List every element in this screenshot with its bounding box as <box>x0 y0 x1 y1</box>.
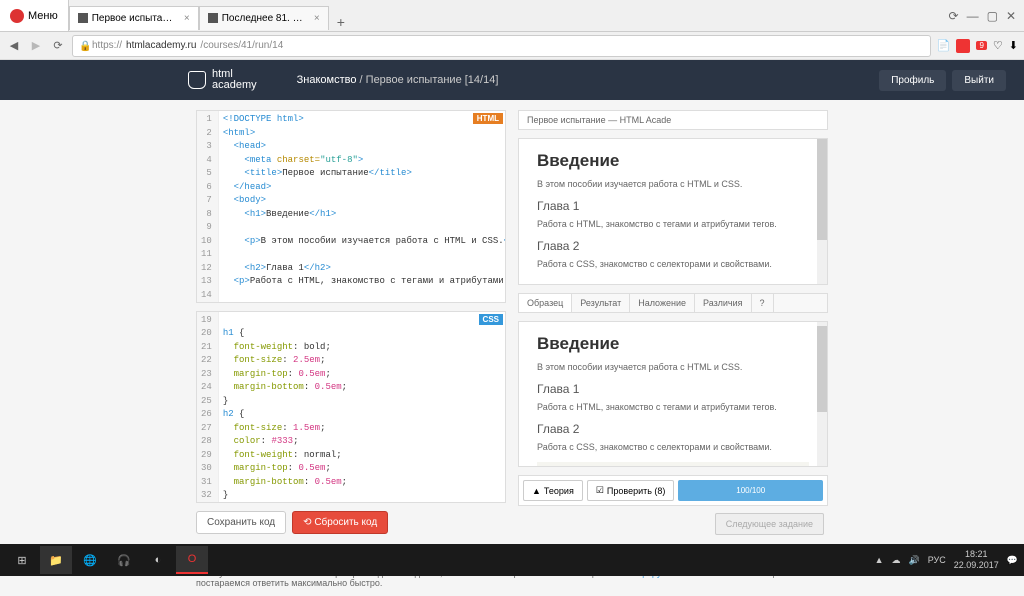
preview-h2: Глава 1 <box>537 199 809 213</box>
url-domain: htmlacademy.ru <box>126 40 196 51</box>
tab-strip: Первое испытание — Зн × Последнее 81. Зн… <box>69 2 941 30</box>
language-indicator[interactable]: РУС <box>928 555 946 565</box>
tab-help[interactable]: ? <box>752 294 774 312</box>
logo[interactable]: html academy <box>188 69 257 91</box>
url-input[interactable]: 🔒 https:// htmlacademy.ru/courses/41/run/… <box>72 35 931 57</box>
logo-text-2: academy <box>212 80 257 91</box>
reload-icon[interactable]: ⟳ <box>50 38 66 54</box>
url-path: /courses/41/run/14 <box>200 40 283 51</box>
minimize-icon[interactable]: — <box>967 9 979 23</box>
css-editor[interactable]: CSS 192021222324252627282930313233343536… <box>196 311 506 504</box>
main-content: HTML 12345678910111213141516171819 <!DOC… <box>0 100 1024 544</box>
reset-button[interactable]: ⟲ Сбросить код <box>292 511 388 534</box>
tab-title: Последнее 81. Знакомст <box>222 13 306 24</box>
download-icon[interactable]: ⬇ <box>1009 39 1018 52</box>
preview-bottom: Введение В этом пособии изучается работа… <box>518 321 828 468</box>
url-protocol: https:// <box>92 40 122 51</box>
preview-top: Введение В этом пособии изучается работа… <box>518 138 828 285</box>
toolbar-extensions: 📄 9 ♡ ⬇ <box>937 39 1018 53</box>
opera-icon <box>10 9 24 23</box>
scrollbar[interactable] <box>817 322 827 467</box>
html-code[interactable]: <!DOCTYPE html> <html> <head> <meta char… <box>219 111 505 302</box>
close-icon[interactable]: × <box>314 13 320 24</box>
heart-icon[interactable]: ♡ <box>993 39 1003 52</box>
tab-diff[interactable]: Различия <box>695 294 752 312</box>
tab-sample[interactable]: Образец <box>519 294 572 312</box>
shield-icon <box>188 71 206 89</box>
notification-icon[interactable]: 💬 <box>1007 555 1018 566</box>
lock-icon: 🔒 <box>79 41 88 50</box>
taskbar-app[interactable]: O <box>176 546 208 574</box>
adblock-icon[interactable] <box>956 39 970 53</box>
preview-h1: Введение <box>537 334 809 354</box>
breadcrumb-task: Первое испытание [14/14] <box>366 74 499 86</box>
preview-p: Работа с HTML, знакомство с тегами и атр… <box>537 219 809 229</box>
scrollbar[interactable] <box>817 139 827 284</box>
next-task-button[interactable]: Следующее задание <box>715 513 824 535</box>
result-tab-bar: Образец Результат Наложение Различия ? <box>518 293 828 313</box>
breadcrumb-course[interactable]: Знакомство <box>297 74 357 86</box>
preview-tab-title: Первое испытание — HTML Acade <box>518 110 828 130</box>
start-button[interactable]: ⊞ <box>6 546 38 574</box>
tray-icon[interactable]: 🔊 <box>908 555 919 566</box>
back-icon[interactable]: ◀ <box>6 38 22 54</box>
tab-title: Первое испытание — Зн <box>92 13 176 24</box>
window-controls: ⟳ — ▢ ✕ <box>941 9 1024 23</box>
maximize-icon[interactable]: ▢ <box>987 9 998 23</box>
close-icon[interactable]: ✕ <box>1006 9 1016 23</box>
favicon-icon <box>78 13 88 23</box>
logout-button[interactable]: Выйти <box>952 70 1006 91</box>
score-indicator: 100/100 <box>678 480 823 501</box>
ext-icon[interactable]: 📄 <box>937 39 951 52</box>
browser-tab-1[interactable]: Первое испытание — Зн × <box>69 6 199 30</box>
tray-icon[interactable]: ▲ <box>875 555 884 565</box>
forward-icon[interactable]: ▶ <box>28 38 44 54</box>
css-code[interactable]: h1 { font-weight: bold; font-size: 2.5em… <box>219 312 351 503</box>
taskbar-app[interactable]: 🎧 <box>108 546 140 574</box>
preview-p: В этом пособии изучается работа с HTML и… <box>537 362 809 372</box>
line-numbers: 1920212223242526272829303132333435363738 <box>197 312 219 503</box>
cite-box: Самое лучшее онлайн-пособие <box>537 462 809 467</box>
badge-count: 9 <box>976 41 986 50</box>
clock[interactable]: 18:21 22.09.2017 <box>954 549 999 571</box>
preview-p: Работа с HTML, знакомство с тегами и атр… <box>537 402 809 412</box>
preview-p: Работа с CSS, знакомство с селекторами и… <box>537 259 809 269</box>
preview-p: Работа с CSS, знакомство с селекторами и… <box>537 442 809 452</box>
html-editor[interactable]: HTML 12345678910111213141516171819 <!DOC… <box>196 110 506 303</box>
tray-icon[interactable]: ☁ <box>891 555 900 566</box>
preview-h2: Глава 2 <box>537 422 809 436</box>
line-numbers: 12345678910111213141516171819 <box>197 111 219 302</box>
verify-button[interactable]: ☑ Проверить (8) <box>587 480 675 501</box>
preview-h2: Глава 2 <box>537 239 809 253</box>
sync-icon[interactable]: ⟳ <box>949 9 959 23</box>
taskbar-app[interactable]: 📁 <box>40 546 72 574</box>
html-badge: HTML <box>473 113 503 124</box>
favicon-icon <box>208 13 218 23</box>
menu-label: Меню <box>28 10 58 22</box>
css-badge: CSS <box>479 314 503 325</box>
save-button[interactable]: Сохранить код <box>196 511 286 534</box>
preview-p: В этом пособии изучается работа с HTML и… <box>537 179 809 189</box>
windows-taskbar: ⊞ 📁 🌐 🎧 ◐ O ▲ ☁ 🔊 РУС 18:21 22.09.2017 💬 <box>0 544 1024 576</box>
new-tab-button[interactable]: + <box>329 14 353 30</box>
browser-menu-button[interactable]: Меню <box>0 0 69 31</box>
taskbar-app[interactable]: 🌐 <box>74 546 106 574</box>
tab-result[interactable]: Результат <box>572 294 630 312</box>
profile-button[interactable]: Профиль <box>879 70 946 91</box>
browser-tab-bar: Меню Первое испытание — Зн × Последнее 8… <box>0 0 1024 32</box>
preview-h1: Введение <box>537 151 809 171</box>
address-bar: ◀ ▶ ⟳ 🔒 https:// htmlacademy.ru/courses/4… <box>0 32 1024 60</box>
action-bar: ▲ Теория ☑ Проверить (8) 100/100 <box>518 475 828 506</box>
browser-tab-2[interactable]: Последнее 81. Знакомст × <box>199 6 329 30</box>
taskbar-app[interactable]: ◐ <box>142 546 174 574</box>
breadcrumb: Знакомство / Первое испытание [14/14] <box>297 74 499 86</box>
close-icon[interactable]: × <box>184 13 190 24</box>
tab-overlay[interactable]: Наложение <box>630 294 695 312</box>
app-header: html academy Знакомство / Первое испытан… <box>0 60 1024 100</box>
theory-button[interactable]: ▲ Теория <box>523 480 583 501</box>
preview-h2: Глава 1 <box>537 382 809 396</box>
